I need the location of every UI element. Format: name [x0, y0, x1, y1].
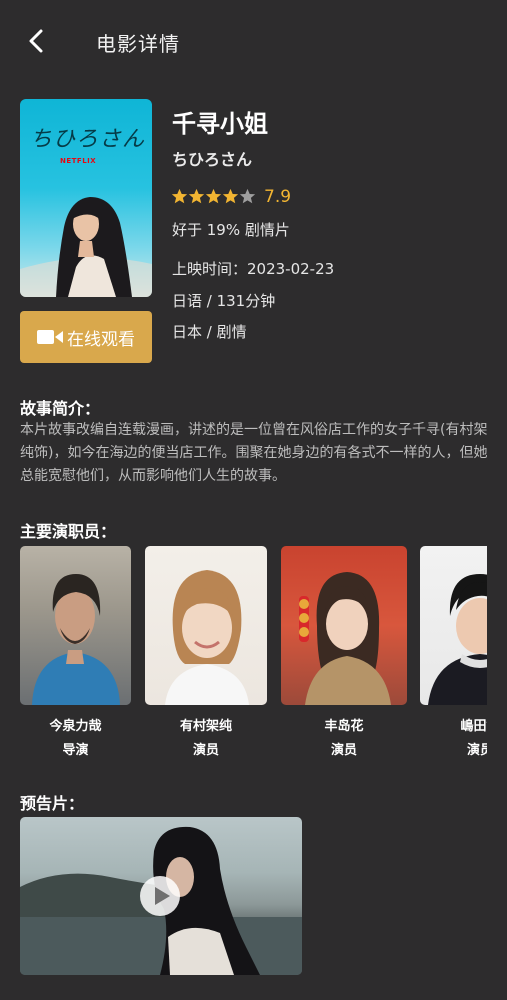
cast-role: 演员: [192, 743, 219, 756]
cast-name: 今泉力哉: [49, 719, 102, 734]
cast-photo: [420, 546, 487, 705]
play-icon[interactable]: [139, 875, 181, 917]
country-genre: 日本 / 剧情: [172, 323, 247, 341]
watch-online-button[interactable]: 在线观看: [20, 311, 152, 363]
cast-name: 丰岛花: [324, 719, 364, 734]
release-date: 上映时间：2023-02-23: [172, 260, 335, 278]
synopsis-heading: 故事简介：: [20, 399, 101, 418]
star-filled-icon: [222, 188, 239, 204]
cast-role: 演员: [330, 743, 357, 756]
cast-photo: [145, 546, 267, 705]
star-filled-icon: [188, 188, 205, 204]
trailer-video[interactable]: [20, 817, 302, 975]
cast-card[interactable]: 嶋田铁 演员: [420, 546, 487, 756]
star-filled-icon: [171, 188, 188, 204]
page-title: 电影详情: [96, 32, 180, 56]
language-duration: 日语 / 131分钟: [172, 292, 276, 310]
star-empty-icon: [239, 188, 256, 204]
cast-photo: [20, 546, 131, 705]
cast-role: 导演: [62, 743, 89, 756]
cast-card[interactable]: 有村架纯 演员: [145, 546, 267, 756]
cast-list[interactable]: 今泉力哉 导演 有村架纯 演员 丰岛花 演员 嶋田 演员: [20, 546, 487, 756]
synopsis-text: 本片故事改编自连载漫画，讲述的是一位曾在风俗店工作的女子千寻(有村架纯饰)，如今…: [20, 422, 488, 484]
movie-poster: ちひろさん NETFLIX: [20, 99, 152, 297]
trailer-heading: 预告片：: [20, 794, 85, 813]
rating-score: 7.9: [264, 187, 292, 207]
star-rating: [171, 188, 256, 208]
video-camera-icon: [37, 330, 63, 344]
cast-role: 演员: [466, 743, 487, 756]
back-arrow-icon[interactable]: [22, 26, 52, 56]
movie-title: 千寻小姐: [172, 110, 268, 138]
cast-card[interactable]: 今泉力哉 导演: [20, 546, 131, 756]
movie-original-title: ちひろさん: [172, 150, 253, 169]
poster-figure: [20, 197, 152, 297]
cast-photo: [281, 546, 407, 705]
app-header: 电影详情: [0, 0, 507, 84]
cast-name: 嶋田铁: [460, 719, 487, 734]
cast-heading: 主要演职员：: [20, 522, 117, 541]
watch-online-label: 在线观看: [67, 329, 135, 350]
star-filled-icon: [205, 188, 222, 204]
cast-name: 有村架纯: [179, 719, 232, 734]
genre-rank: 好于 19% 剧情片: [172, 221, 290, 239]
cast-card[interactable]: 丰岛花 演员: [281, 546, 407, 756]
